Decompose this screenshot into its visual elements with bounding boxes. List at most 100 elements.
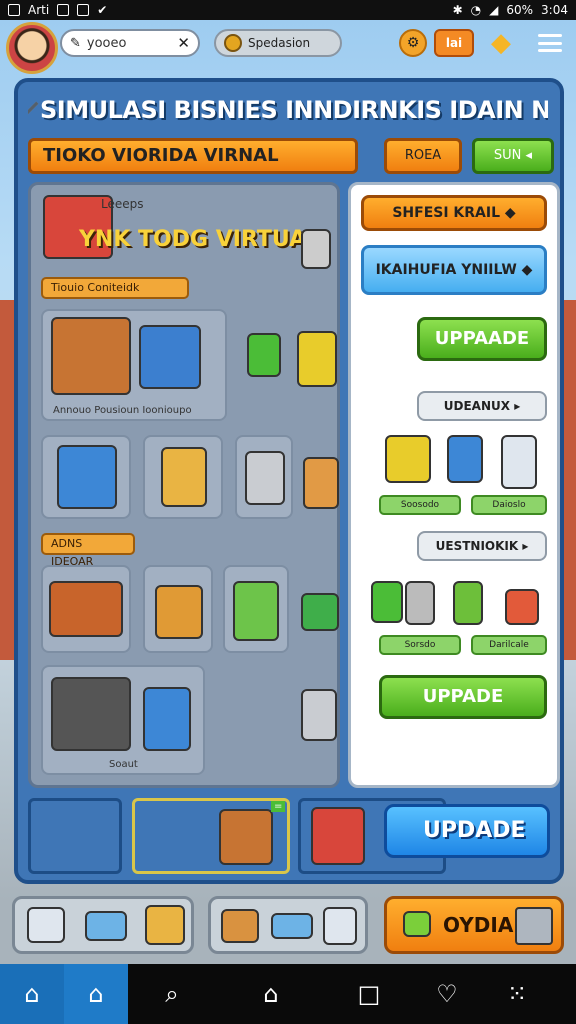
scanner-icon[interactable] <box>145 905 185 945</box>
gear-icon[interactable]: ⚙ <box>399 29 427 57</box>
atm-icon[interactable] <box>27 907 65 943</box>
carrier-label: Arti <box>28 3 50 17</box>
diamond-icon[interactable]: ◆ <box>488 30 514 56</box>
battery-label: 60% <box>506 3 534 17</box>
heart-icon: ♡ <box>436 980 458 1008</box>
shop-grid: Leeeps YNK TODG VIRTUAL Tiouio Coniteidk… <box>28 182 340 788</box>
bottom-tray-left <box>12 896 194 954</box>
item-tile[interactable] <box>41 565 131 653</box>
yellow-cart-icon[interactable] <box>297 331 337 387</box>
status-bar: Arti ✔ ✱ ◔ ◢ 60% 3:04 <box>0 0 576 20</box>
menu-icon[interactable] <box>538 34 562 52</box>
heart-nav[interactable]: ♡ <box>412 964 482 1024</box>
item-tile[interactable] <box>143 565 213 653</box>
flowers-icon <box>143 687 191 751</box>
shelf-cart-icon[interactable] <box>303 457 339 509</box>
house-icon: ⌂ <box>263 980 279 1008</box>
bottom-slots: = <box>28 798 446 878</box>
pos-icon[interactable] <box>271 913 313 939</box>
right-column: SHFESI KRAIL ◆ IKAIHUFIA YNIILW ◆ UPPAAD… <box>348 182 560 788</box>
card-reader-icon[interactable] <box>85 911 127 941</box>
basket-icon <box>155 585 203 639</box>
scanner-icon[interactable] <box>405 581 435 625</box>
upgrade-button-1[interactable]: UPPAADE <box>417 317 547 361</box>
section-label: ADNS IDEOAR <box>41 533 135 568</box>
right-button-2[interactable]: IKAIHUFIA YNIILW ◆ <box>361 245 547 295</box>
currency-pill[interactable]: Spedasion <box>214 29 342 57</box>
home-nav[interactable]: ⌂ <box>0 964 64 1024</box>
flag-icon: = <box>271 801 286 812</box>
upgrade-main-button[interactable]: UPDADE <box>384 804 550 858</box>
grid-icon: ⁙ <box>506 980 528 1008</box>
shelf-icon <box>139 325 201 389</box>
section-button-1-label: UDEANUX <box>443 399 511 413</box>
red-cart-icon[interactable] <box>505 589 539 625</box>
main-panel: SIMULASI BISNIES INNDIRNKIS IDAIN NHANAI… <box>14 78 564 884</box>
player-avatar[interactable] <box>6 22 58 74</box>
item-tile[interactable] <box>143 435 223 519</box>
level-badge[interactable]: lai <box>434 29 474 57</box>
green-bin-icon[interactable] <box>371 581 403 623</box>
recents-nav[interactable]: □ <box>326 964 412 1024</box>
leaf-icon <box>403 911 431 937</box>
notification-icon <box>8 4 20 16</box>
search-nav[interactable]: ⌕ <box>128 964 216 1024</box>
section-button-2[interactable]: UESTNIOKIK ▸ <box>417 531 547 561</box>
cart-icon[interactable] <box>301 229 331 269</box>
apps-nav[interactable]: ⁙ <box>482 964 552 1024</box>
gallery-icon <box>57 4 70 16</box>
right-button-2-label: IKAIHUFIA YNIILW <box>375 262 517 278</box>
wifi-icon: ◔ <box>470 3 482 17</box>
green-bin-icon[interactable] <box>247 333 281 377</box>
bottom-tray-middle <box>208 896 368 954</box>
search-icon: ⌕ <box>165 980 179 1008</box>
item-tile[interactable] <box>235 435 293 519</box>
shop-name-field[interactable]: TIOKO VIORIDA VIRNAL <box>28 138 358 174</box>
item-price: Daioslo <box>471 495 547 515</box>
coin-icon <box>224 34 242 52</box>
green-button[interactable]: SUN ◂ <box>472 138 554 174</box>
empty-slot[interactable] <box>28 798 122 874</box>
search-field[interactable]: ✎ yooeo ✕ <box>60 29 200 57</box>
basket-cart-icon[interactable] <box>447 435 483 483</box>
oydian-button[interactable]: OYDIAN <box>384 896 564 954</box>
green-button-label: SUN <box>493 148 522 163</box>
right-button-1[interactable]: SHFESI KRAIL ◆ <box>361 195 547 231</box>
clock: 3:04 <box>541 3 568 17</box>
basket-cart-icon <box>245 451 285 505</box>
item-tile[interactable]: Soaut <box>41 665 205 775</box>
orange-button[interactable]: ROEA <box>384 138 462 174</box>
market-stall-icon <box>51 317 131 395</box>
produce-crate-icon <box>49 581 123 637</box>
shop-slot[interactable]: = <box>132 798 290 874</box>
shop-nav[interactable]: ⌂ <box>64 964 128 1024</box>
item-tile[interactable] <box>223 565 289 653</box>
right-button-1-label: SHFESI KRAIL <box>392 205 501 221</box>
navigation-bar: ⌂ ⌂ ⌕ ⌂ □ ♡ ⁙ <box>0 964 576 1024</box>
home-icon: ⌂ <box>24 980 40 1008</box>
item-price: Soosodo <box>379 495 461 515</box>
item-tile[interactable] <box>41 435 131 519</box>
square-icon: □ <box>357 980 381 1008</box>
item-price: Darilcale <box>471 635 547 655</box>
shop-icon: ⌂ <box>88 980 104 1008</box>
drinks-stand-icon <box>51 677 131 751</box>
item-tile[interactable]: Annouo Pousioun Ioonioupo <box>41 309 227 421</box>
green-box-icon[interactable] <box>301 593 339 631</box>
plant-cart-icon[interactable] <box>453 581 483 625</box>
upgrade-button-2[interactable]: UPPADE <box>379 675 547 719</box>
wooden-stall-icon <box>219 809 273 865</box>
cube-icon <box>28 101 39 119</box>
bag-icon <box>161 447 207 507</box>
android-home-nav[interactable]: ⌂ <box>216 964 326 1024</box>
clear-icon[interactable]: ✕ <box>177 34 190 52</box>
section-button-2-label: UESTNIOKIK <box>435 539 519 553</box>
panel-title-text: SIMULASI BISNIES INNDIRNKIS IDAIN NHANAI <box>40 96 548 124</box>
cart-icon[interactable] <box>385 435 431 483</box>
cart-icon[interactable] <box>301 689 337 741</box>
safe-icon[interactable] <box>323 907 357 945</box>
crate-icon[interactable] <box>221 909 259 943</box>
pencil-icon: ✎ <box>70 35 81 51</box>
scale-icon[interactable] <box>501 435 537 489</box>
section-button-1[interactable]: UDEANUX ▸ <box>417 391 547 421</box>
